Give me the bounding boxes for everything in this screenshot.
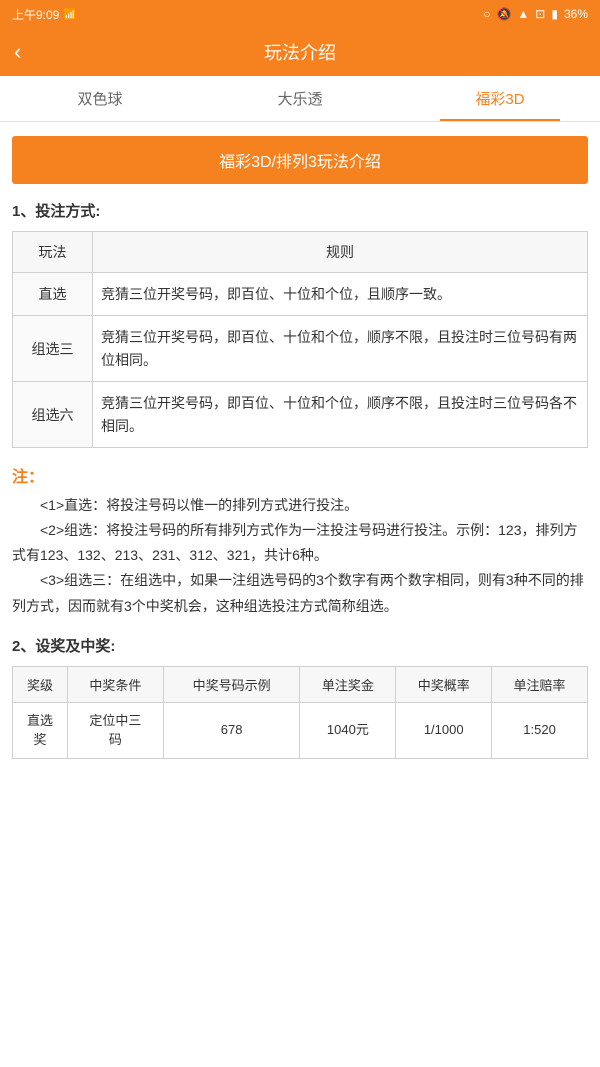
signal-icon: ⊡ (535, 7, 545, 21)
header: ‹ 玩法介绍 (0, 28, 600, 76)
prize-condition-1: 定位中三码 (67, 702, 163, 758)
battery-percent: 36% (564, 7, 588, 21)
section2-title: 2、设奖及中奖: (12, 635, 588, 656)
col-header-rule: 规则 (93, 232, 588, 273)
prize-odds-1: 1/1000 (396, 702, 492, 758)
banner-text: 福彩3D/排列3玩法介绍 (219, 154, 381, 171)
prize-payout-1: 1:520 (492, 702, 588, 758)
tab-shuangseqiu[interactable]: 双色球 (0, 76, 200, 121)
game-table: 玩法 规则 直选 竞猜三位开奖号码，即百位、十位和个位，且顺序一致。 组选三 竞… (12, 231, 588, 448)
notes-label: 注： (12, 469, 44, 486)
table-row: 直选 竞猜三位开奖号码，即百位、十位和个位，且顺序一致。 (13, 273, 588, 316)
prize-col-condition: 中奖条件 (67, 666, 163, 702)
back-button[interactable]: ‹ (14, 41, 21, 63)
mute-icon: 🔕 (496, 7, 511, 21)
game-rule-3: 竞猜三位开奖号码，即百位、十位和个位，顺序不限，且投注时三位号码各不相同。 (93, 382, 588, 448)
prize-col-odds: 中奖概率 (396, 666, 492, 702)
prize-table: 奖级 中奖条件 中奖号码示例 单注奖金 中奖概率 单注赔率 直选奖 定位中三码 … (12, 666, 588, 759)
prize-level-text: 直选奖 (27, 713, 53, 748)
game-rule-2: 竞猜三位开奖号码，即百位、十位和个位，顺序不限，且投注时三位号码有两位相同。 (93, 316, 588, 382)
game-name-1: 直选 (13, 273, 93, 316)
game-rule-1: 竞猜三位开奖号码，即百位、十位和个位，且顺序一致。 (93, 273, 588, 316)
prize-col-level: 奖级 (13, 666, 68, 702)
game-name-2: 组选三 (13, 316, 93, 382)
status-bar: 上午9:09 📶 ○ 🔕 ▲ ⊡ ▮ 36% (0, 0, 600, 28)
prize-level-1: 直选奖 (13, 702, 68, 758)
note-item-2: <2>组选：将投注号码的所有排列方式作为一注投注号码进行投注。示例：123，排列… (12, 518, 588, 568)
prize-row: 直选奖 定位中三码 678 1040元 1/1000 1:520 (13, 702, 588, 758)
status-time: 上午9:09 📶 (12, 6, 77, 23)
col-header-game: 玩法 (13, 232, 93, 273)
status-icons: ○ 🔕 ▲ ⊡ ▮ 36% (483, 7, 588, 21)
sim-icon: 📶 (63, 8, 77, 21)
main-content: 福彩3D/排列3玩法介绍 1、投注方式: 玩法 规则 直选 竞猜三位开奖号码，即… (0, 122, 600, 773)
banner: 福彩3D/排列3玩法介绍 (12, 136, 588, 184)
prize-col-payout: 单注赔率 (492, 666, 588, 702)
note-item-1: <1>直选：将投注号码以惟一的排列方式进行投注。 (12, 493, 588, 518)
table-row: 组选三 竞猜三位开奖号码，即百位、十位和个位，顺序不限，且投注时三位号码有两位相… (13, 316, 588, 382)
prize-condition-text: 定位中三码 (89, 713, 141, 748)
alarm-icon: ○ (483, 7, 490, 21)
prize-amount-1: 1040元 (300, 702, 396, 758)
game-name-3: 组选六 (13, 382, 93, 448)
prize-example-1: 678 (163, 702, 300, 758)
tab-fucai3d[interactable]: 福彩3D (400, 76, 600, 121)
prize-col-example: 中奖号码示例 (163, 666, 300, 702)
table-row: 组选六 竞猜三位开奖号码，即百位、十位和个位，顺序不限，且投注时三位号码各不相同… (13, 382, 588, 448)
prize-col-prize: 单注奖金 (300, 666, 396, 702)
wifi-icon: ▲ (517, 7, 529, 21)
page-title: 玩法介绍 (264, 39, 336, 65)
battery-icon: ▮ (551, 7, 558, 21)
section1-title: 1、投注方式: (12, 200, 588, 221)
tabs-container: 双色球 大乐透 福彩3D (0, 76, 600, 122)
notes-section: 注： <1>直选：将投注号码以惟一的排列方式进行投注。 <2>组选：将投注号码的… (12, 464, 588, 619)
note-item-3: <3>组选三：在组选中，如果一注组选号码的3个数字有两个数字相同，则有3种不同的… (12, 568, 588, 618)
time-text: 上午9:09 (12, 6, 59, 23)
tab-daletou[interactable]: 大乐透 (200, 76, 400, 121)
